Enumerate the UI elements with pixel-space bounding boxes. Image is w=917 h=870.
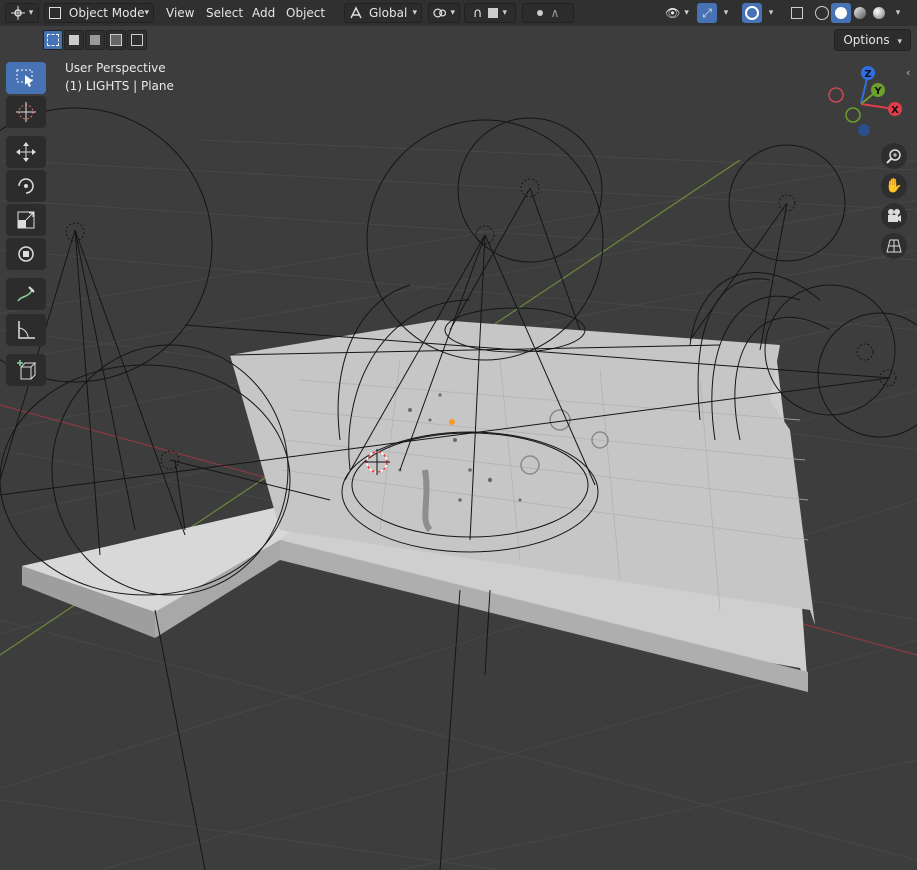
grid-perspective-icon <box>886 239 902 253</box>
menu-select[interactable]: Select <box>200 3 249 23</box>
solid-sphere-icon <box>835 7 847 19</box>
select-new-icon <box>47 34 59 46</box>
x-axis-label: X <box>891 105 899 116</box>
overlays-icon <box>745 6 759 20</box>
select-subtract-icon <box>90 35 100 45</box>
magnet-icon: ∩ <box>472 5 483 21</box>
visibility-dropdown[interactable]: 👁 ▾ <box>662 3 692 23</box>
gizmo-toggle[interactable]: ⤢ <box>697 3 717 23</box>
viewport-scene[interactable] <box>0 0 917 870</box>
menu-object[interactable]: Object <box>280 3 331 23</box>
neg-x-handle[interactable] <box>828 87 844 103</box>
scale-icon <box>17 211 35 229</box>
measure-icon <box>18 321 35 339</box>
viewport-header: ▾ Object Mode ▾ View Select Add Object G… <box>0 0 917 26</box>
shading-solid[interactable] <box>831 3 851 23</box>
tool-transform[interactable] <box>6 238 46 270</box>
navigation-gizmo[interactable]: Z Y X <box>828 64 908 140</box>
annotate-icon <box>17 286 35 302</box>
proportional-icon <box>536 10 543 16</box>
xray-toggle[interactable] <box>788 3 806 23</box>
select-subtract-button[interactable] <box>85 30 105 50</box>
mode-dropdown[interactable]: Object Mode ▾ <box>44 3 154 23</box>
tool-cursor[interactable] <box>6 96 46 128</box>
zoom-button[interactable] <box>881 143 907 169</box>
editor-type-icon <box>10 6 25 20</box>
pivot-point-dropdown[interactable]: ▾ <box>428 3 460 23</box>
tool-measure[interactable] <box>6 314 46 346</box>
y-axis-label: Y <box>873 86 882 97</box>
object-mode-icon <box>49 7 61 19</box>
select-box-icon <box>16 69 33 87</box>
neg-y-handle[interactable] <box>845 107 861 123</box>
select-extend-icon <box>69 35 79 45</box>
snap-target-icon <box>488 8 499 18</box>
rotate-icon <box>18 178 34 194</box>
z-axis-label: Z <box>864 69 871 80</box>
select-invert-button[interactable] <box>106 30 126 50</box>
pan-button[interactable]: ✋ <box>881 173 907 199</box>
editor-type-button[interactable]: ▾ <box>5 3 39 23</box>
pivot-icon <box>433 8 447 18</box>
transform-orientation-dropdown[interactable]: Global ▾ <box>344 3 422 23</box>
select-extend-button[interactable] <box>64 30 84 50</box>
shading-wireframe[interactable] <box>812 3 832 23</box>
transform-icon <box>18 246 34 262</box>
hand-icon: ✋ <box>885 178 903 194</box>
zoom-icon <box>886 149 901 164</box>
camera-icon <box>888 209 901 222</box>
overlays-dropdown[interactable]: ▾ <box>763 3 779 23</box>
shading-material[interactable] <box>850 3 870 23</box>
overlays-toggle[interactable] <box>742 3 762 23</box>
xray-icon <box>791 7 803 19</box>
menu-view[interactable]: View <box>160 3 200 23</box>
orientation-label: Global <box>369 6 408 20</box>
shading-rendered[interactable] <box>869 3 889 23</box>
falloff-icon: ∧ <box>550 6 560 20</box>
object-origin <box>449 419 455 425</box>
menu-add[interactable]: Add <box>246 3 281 23</box>
material-sphere-icon <box>854 7 866 19</box>
mode-label: Object Mode <box>68 6 145 20</box>
camera-view-button[interactable] <box>881 203 907 229</box>
perspective-toggle-button[interactable] <box>881 233 907 259</box>
orientation-icon <box>350 6 362 19</box>
sidebar-toggle-arrow[interactable]: ‹ <box>906 66 910 79</box>
tool-add-cube[interactable] <box>6 354 46 386</box>
tool-annotate[interactable] <box>6 278 46 310</box>
tool-rotate[interactable] <box>6 170 46 202</box>
gizmo-dropdown[interactable]: ▾ <box>718 3 734 23</box>
active-object-label: (1) LIGHTS | Plane <box>65 79 174 93</box>
move-icon <box>16 142 36 162</box>
tool-select-box[interactable] <box>6 62 46 94</box>
eye-icon: 👁 <box>665 6 681 20</box>
add-cube-icon <box>17 360 37 380</box>
tool-move[interactable] <box>6 136 46 168</box>
gizmo-icon: ⤢ <box>702 5 712 20</box>
neg-z-handle[interactable] <box>858 124 870 136</box>
select-intersect-icon <box>131 34 143 46</box>
shading-dropdown[interactable]: ▾ <box>890 3 906 23</box>
select-intersect-button[interactable] <box>127 30 147 50</box>
proportional-editing-dropdown[interactable]: ∧ <box>522 3 574 23</box>
tool-scale[interactable] <box>6 204 46 236</box>
cursor-icon <box>16 102 36 122</box>
wireframe-sphere-icon <box>815 6 829 20</box>
snap-dropdown[interactable]: ∩ ▾ <box>464 3 516 23</box>
select-new-button[interactable] <box>43 30 63 50</box>
select-invert-icon <box>110 34 122 46</box>
rendered-sphere-icon <box>873 7 885 19</box>
select-mode-bar <box>43 30 147 50</box>
options-label: Options <box>843 33 890 47</box>
3d-viewport[interactable]: ▾ Object Mode ▾ View Select Add Object G… <box>0 0 917 870</box>
options-dropdown[interactable]: Options ▾ <box>834 29 911 51</box>
view-name: User Perspective <box>65 61 166 75</box>
